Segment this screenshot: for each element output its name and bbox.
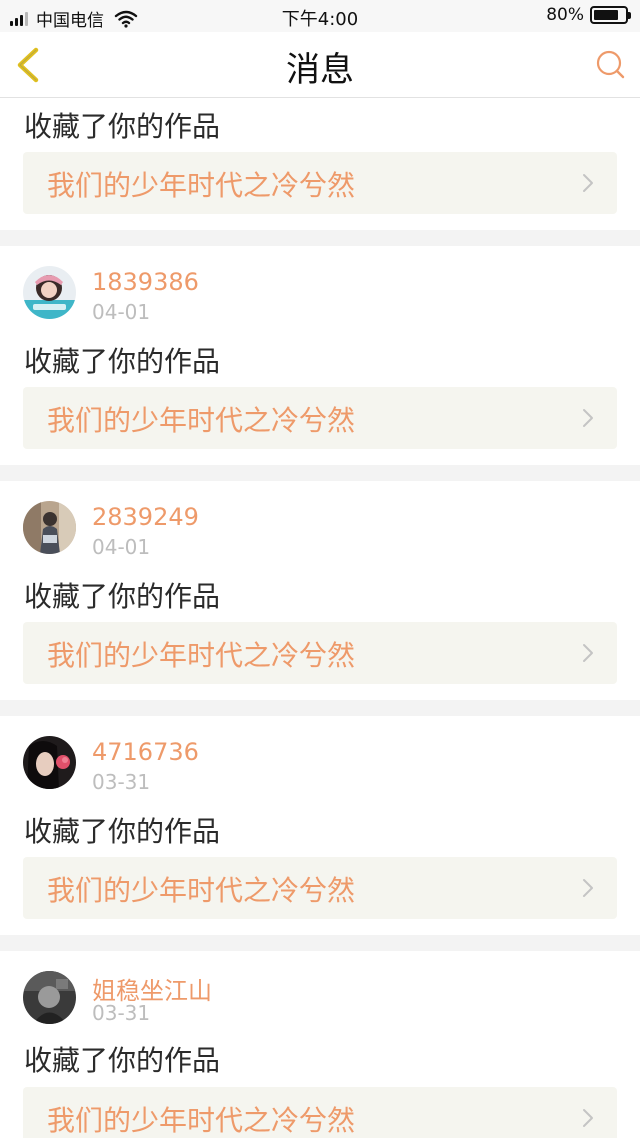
work-link[interactable]: 我们的少年时代之冷兮然 [23,622,617,684]
message-card: 2839249 04-01 收藏了你的作品 我们的少年时代之冷兮然 [0,481,640,700]
message-action: 收藏了你的作品 [24,110,221,143]
message-card: 收藏了你的作品 我们的少年时代之冷兮然 [0,99,640,230]
message-date: 04-01 [92,300,151,324]
avatar[interactable] [23,266,76,319]
card-separator [0,230,640,246]
work-title: 我们的少年时代之冷兮然 [47,639,356,672]
work-link[interactable]: 我们的少年时代之冷兮然 [23,1087,617,1138]
page-title: 消息 [286,50,354,90]
chevron-right-icon [583,174,593,192]
chevron-left-icon[interactable] [12,46,48,84]
username[interactable]: 2839249 [92,503,199,531]
message-date: 03-31 [92,1001,151,1025]
battery-percent: 80% [546,5,584,25]
card-separator [0,700,640,716]
message-date: 03-31 [92,770,151,794]
work-title: 我们的少年时代之冷兮然 [47,404,356,437]
chevron-right-icon [583,644,593,662]
message-action: 收藏了你的作品 [24,580,221,613]
message-date: 04-01 [92,535,151,559]
work-link[interactable]: 我们的少年时代之冷兮然 [23,857,617,919]
message-action: 收藏了你的作品 [24,815,221,848]
battery-fill [594,10,618,20]
message-feed[interactable]: 收藏了你的作品 我们的少年时代之冷兮然 1839386 04-01 收藏了你的作… [0,99,640,1138]
avatar[interactable] [23,501,76,554]
search-icon[interactable] [594,49,626,81]
message-action: 收藏了你的作品 [24,1044,221,1077]
message-action: 收藏了你的作品 [24,345,221,378]
status-right: 80% [546,5,631,25]
message-card: 4716736 03-31 收藏了你的作品 我们的少年时代之冷兮然 [0,716,640,935]
message-card: 1839386 04-01 收藏了你的作品 我们的少年时代之冷兮然 [0,246,640,465]
work-link[interactable]: 我们的少年时代之冷兮然 [23,387,617,449]
chevron-right-icon [583,879,593,897]
chevron-right-icon [583,1109,593,1127]
avatar[interactable] [23,971,76,1024]
nav-bar: 消息 [0,32,640,98]
battery-icon [590,6,631,24]
avatar[interactable] [23,736,76,789]
work-title: 我们的少年时代之冷兮然 [47,1104,356,1137]
username[interactable]: 1839386 [92,268,199,296]
status-time: 下午4:00 [281,9,359,30]
work-title: 我们的少年时代之冷兮然 [47,874,356,907]
work-title: 我们的少年时代之冷兮然 [47,169,356,202]
card-separator [0,935,640,951]
status-bar: 中国电信 下午4:00 80% [0,0,640,32]
chevron-right-icon [583,409,593,427]
message-card: 姐稳坐江山 03-31 收藏了你的作品 我们的少年时代之冷兮然 [0,951,640,1138]
work-link[interactable]: 我们的少年时代之冷兮然 [23,152,617,214]
card-separator [0,465,640,481]
username[interactable]: 4716736 [92,738,199,766]
